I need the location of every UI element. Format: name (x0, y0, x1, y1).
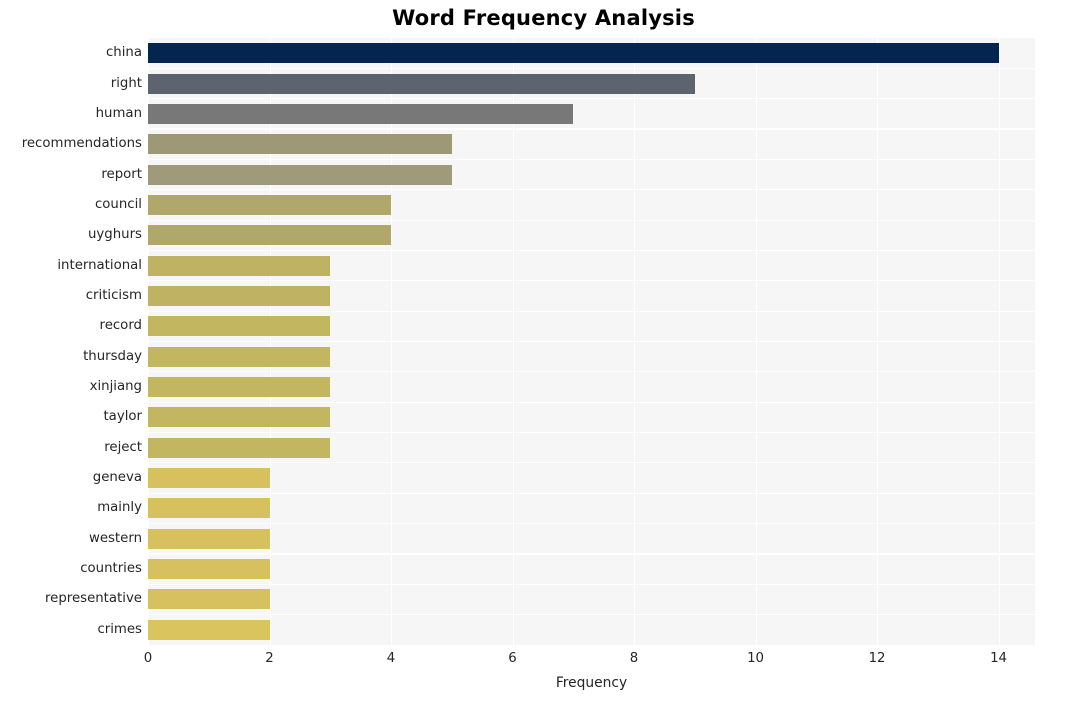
bar-row (148, 250, 1035, 280)
bar-row (148, 190, 1035, 220)
plot-area (148, 38, 1035, 645)
bar-row (148, 615, 1035, 645)
bar (148, 285, 331, 306)
bar (148, 194, 391, 215)
bar-row (148, 38, 1035, 68)
bar-row (148, 554, 1035, 584)
x-axis-tick-label: 12 (868, 651, 886, 666)
y-axis-tick-label: representative (44, 591, 142, 607)
x-axis-tick-label: 8 (629, 651, 639, 666)
x-axis-tick-label: 10 (747, 651, 764, 666)
bar (148, 437, 331, 458)
bar (148, 407, 331, 428)
y-axis-tick-label: geneva (92, 470, 142, 486)
x-axis-label: Frequency (555, 675, 628, 691)
bar (148, 498, 270, 519)
bar-row (148, 311, 1035, 341)
bar-row (148, 129, 1035, 159)
bar-row (148, 220, 1035, 250)
bar-row (148, 463, 1035, 493)
x-axis-tick-label: 0 (143, 651, 153, 666)
bar (148, 589, 270, 610)
bar (148, 73, 695, 94)
y-axis-tick-label: reject (104, 439, 142, 455)
bar-row (148, 159, 1035, 189)
y-axis-tick-label: uyghurs (88, 227, 142, 243)
bar-row (148, 372, 1035, 402)
bar (148, 619, 270, 640)
bar-row (148, 524, 1035, 554)
y-axis-tick-label: report (101, 166, 142, 182)
y-axis-tick-label: recommendations (21, 136, 142, 152)
bar (148, 377, 331, 398)
bar (148, 468, 270, 489)
bar-row (148, 402, 1035, 432)
bar-row (148, 342, 1035, 372)
y-axis-tick-label: xinjiang (89, 379, 142, 395)
bar-row (148, 281, 1035, 311)
bar (148, 346, 331, 367)
bar-row (148, 68, 1035, 98)
y-axis-tick-label: china (105, 45, 142, 61)
chart-figure: Word Frequency Analysis china right human r… (0, 0, 1087, 701)
bar (148, 225, 391, 246)
bar (148, 43, 999, 64)
bar-row (148, 584, 1035, 614)
y-axis-tick-label: crimes (97, 621, 142, 637)
bar (148, 255, 331, 276)
y-axis-tick-label: international (57, 257, 142, 273)
y-axis-tick-label: council (94, 196, 142, 212)
y-axis-tick-label: criticism (85, 287, 142, 303)
x-axis-tick-label: 2 (265, 651, 274, 666)
x-axis-tick-label: 4 (386, 651, 396, 666)
y-axis-tick-label: countries (80, 561, 142, 577)
bar-row (148, 99, 1035, 129)
bar-row (148, 493, 1035, 523)
y-axis-tick-label: thursday (83, 348, 142, 364)
bar (148, 559, 270, 580)
y-axis-tick-label: mainly (97, 500, 142, 516)
bar (148, 316, 331, 337)
x-axis-tick-label: 6 (508, 651, 517, 666)
bar-row (148, 433, 1035, 463)
x-axis-tick-label: 14 (990, 651, 1007, 666)
y-axis-tick-label: human (95, 105, 142, 121)
bar (148, 134, 452, 155)
bar (148, 528, 270, 549)
bar (148, 103, 574, 124)
chart-title: Word Frequency Analysis (392, 6, 695, 30)
bar (148, 164, 452, 185)
y-axis-tick-label: taylor (103, 409, 142, 425)
y-axis-tick-label: western (88, 530, 142, 546)
y-axis-tick-label: right (110, 75, 142, 91)
y-axis-tick-label: record (99, 318, 142, 334)
